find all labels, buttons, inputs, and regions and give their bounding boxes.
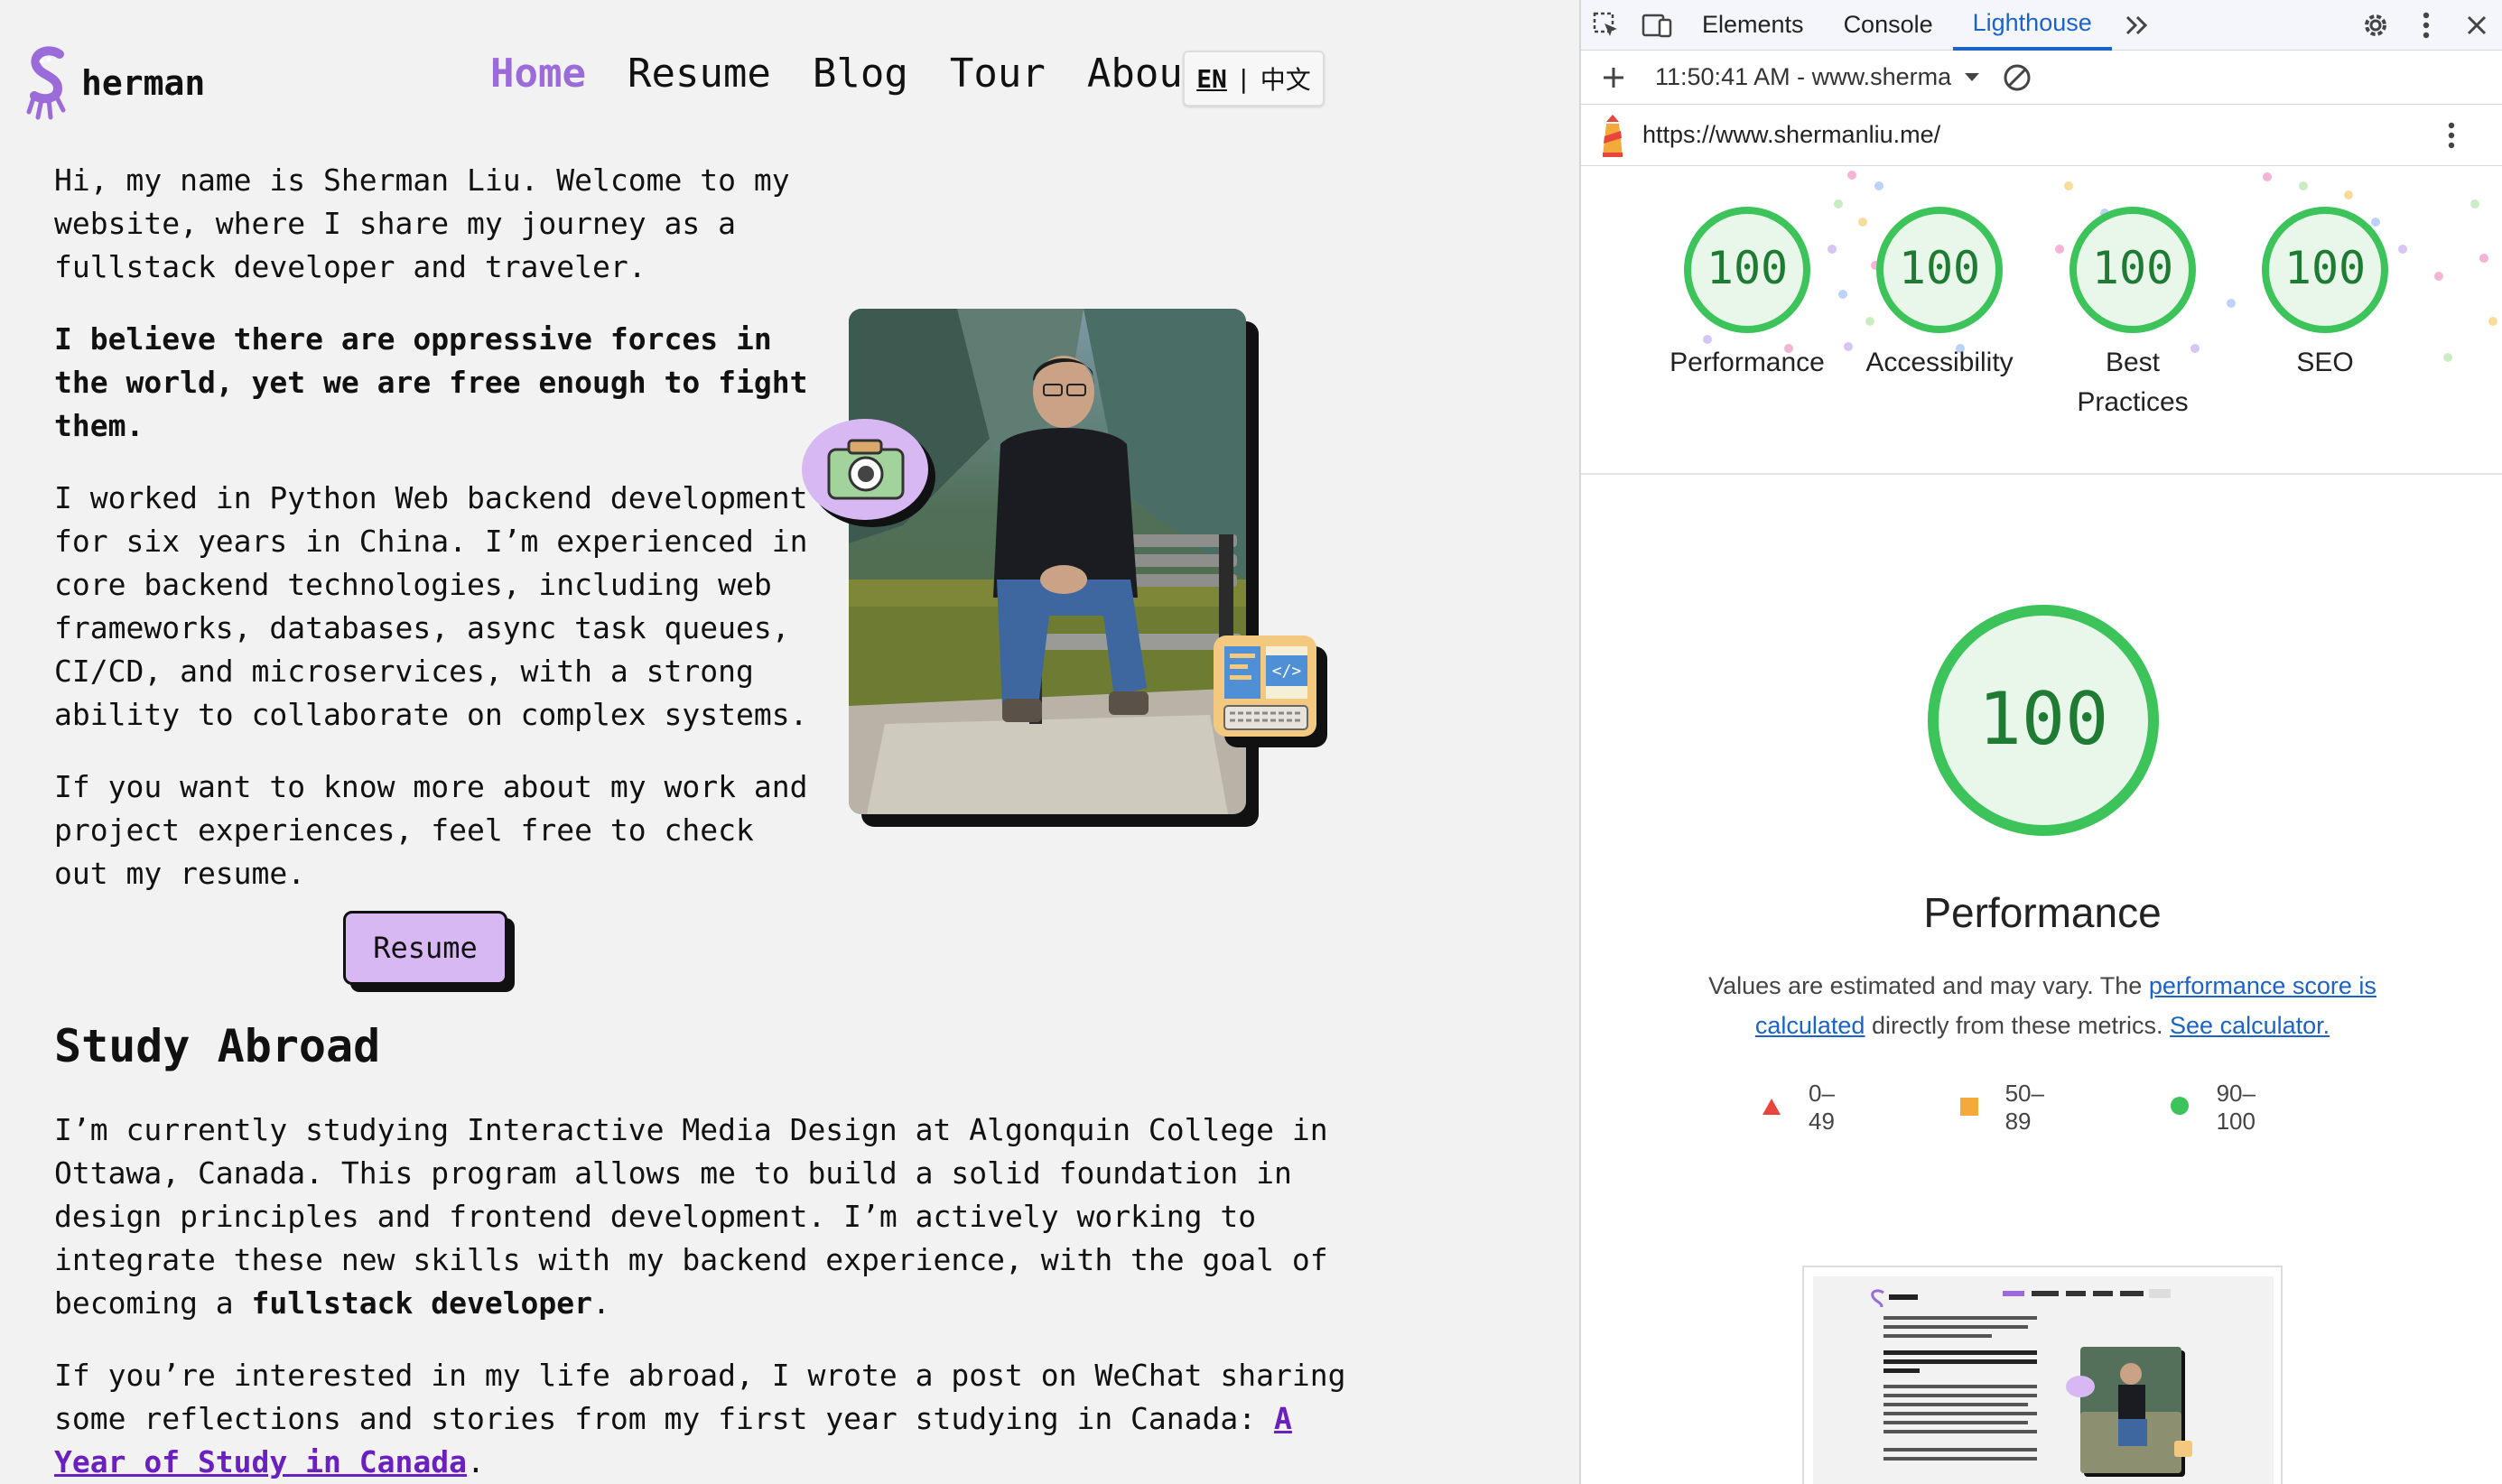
legend-fail: 0–49 — [1762, 1080, 1861, 1136]
gauge-seo[interactable]: 100 SEO — [2235, 204, 2415, 383]
page-screenshot-thumbnail[interactable] — [1802, 1266, 2283, 1484]
website-viewport: herman Home Resume Blog Tour About EN | … — [0, 0, 1579, 1484]
section-divider — [1581, 473, 2502, 475]
audited-url-bar: https://www.shermanliu.me/ — [1581, 105, 2502, 166]
clear-reports-icon[interactable] — [2002, 62, 2032, 93]
lang-separator: | — [1235, 63, 1251, 94]
score-best-practices: 100 — [2092, 242, 2173, 294]
new-report-plus-icon[interactable] — [1588, 52, 1639, 103]
gauge-performance[interactable]: 100 Performance — [1657, 204, 1837, 383]
close-devtools-icon[interactable] — [2451, 0, 2502, 51]
url-menu-icon[interactable] — [2448, 122, 2455, 149]
desc-text: Values are estimated and may vary. The — [1708, 972, 2149, 999]
score-ring-accessibility: 100 — [1876, 207, 2003, 333]
audited-url: https://www.shermanliu.me/ — [1642, 121, 1941, 148]
label-best-practices: Best Practices — [2077, 348, 2189, 417]
nav-blog[interactable]: Blog — [813, 51, 908, 97]
settings-gear-icon[interactable] — [2350, 0, 2401, 51]
resume-button[interactable]: Resume — [343, 911, 515, 992]
main-nav: Home Resume Blog Tour About — [490, 51, 1248, 97]
language-switcher[interactable]: EN | 中文 — [1183, 51, 1325, 107]
nav-home[interactable]: Home — [490, 51, 586, 97]
inspect-element-icon[interactable] — [1581, 0, 1632, 51]
study-text: I’m currently studying Interactive Media… — [54, 1112, 1328, 1321]
wechat-end: . — [466, 1444, 485, 1479]
nav-tour[interactable]: Tour — [950, 51, 1046, 97]
performance-main-gauge: 100 — [1928, 605, 2159, 836]
score-performance: 100 — [1707, 242, 1788, 294]
resume-button-label[interactable]: Resume — [343, 911, 507, 985]
lighthouse-logo-icon — [1603, 114, 1623, 157]
devtools-panel: Elements Console Lighthouse 11:50:41 AM … — [1579, 0, 2502, 1484]
main-score: 100 — [1978, 677, 2109, 761]
report-dropdown-caret-icon[interactable] — [1962, 70, 1982, 85]
desc-mid: directly from these metrics. — [1865, 1012, 2171, 1039]
camera-icon — [802, 419, 935, 527]
belief-paragraph: I believe there are oppressive forces in… — [54, 321, 808, 443]
score-seo: 100 — [2284, 242, 2366, 294]
code-editor-icon: </> — [1214, 635, 1327, 747]
score-ring-performance: 100 — [1684, 207, 1810, 333]
device-toolbar-icon[interactable] — [1632, 0, 1682, 51]
legend-pass: 90–100 — [2170, 1080, 2294, 1136]
more-tabs-chevron-icon[interactable] — [2112, 0, 2163, 51]
label-seo: SEO — [2296, 348, 2354, 377]
wechat-paragraph: If you’re interested in my life abroad, … — [54, 1354, 1354, 1484]
profile-photo-card — [849, 309, 1259, 827]
legend-average-label: 50–89 — [2004, 1080, 2044, 1135]
study-paragraph: I’m currently studying Interactive Media… — [54, 1108, 1354, 1325]
score-ring-best-practices: 100 — [2069, 207, 2196, 333]
logo-text: herman — [81, 63, 206, 103]
nav-resume[interactable]: Resume — [628, 51, 771, 97]
score-description: Values are estimated and may vary. The p… — [1671, 966, 2414, 1045]
lang-zh[interactable]: 中文 — [1260, 60, 1311, 97]
legend-average: 50–89 — [1959, 1080, 2070, 1136]
gauge-best-practices[interactable]: 100 Best Practices — [2042, 204, 2223, 422]
kebab-menu-icon[interactable] — [2401, 0, 2451, 51]
gauge-accessibility[interactable]: 100 Accessibility — [1849, 204, 2030, 383]
tab-elements[interactable]: Elements — [1682, 0, 1824, 51]
label-performance: Performance — [1670, 348, 1825, 377]
lang-en[interactable]: EN — [1196, 64, 1227, 94]
tab-lighthouse[interactable]: Lighthouse — [1952, 0, 2112, 51]
average-square-icon — [1959, 1097, 1978, 1116]
main-category-label: Performance — [1923, 889, 2162, 936]
devtools-tabbar: Elements Console Lighthouse — [1581, 0, 2502, 51]
score-accessibility: 100 — [1899, 242, 1980, 294]
svg-text:</>: </> — [1272, 662, 1302, 681]
tab-console[interactable]: Console — [1824, 0, 1953, 51]
label-accessibility: Accessibility — [1865, 348, 2014, 377]
see-calculator-link[interactable]: See calculator. — [2170, 1012, 2330, 1039]
report-selector[interactable]: 11:50:41 AM - www.sherma — [1655, 63, 1951, 91]
site-logo[interactable]: herman — [25, 45, 205, 121]
score-legend: 0–49 50–89 90–100 — [1762, 1080, 2394, 1136]
screenshot-preview-image — [1813, 1276, 2274, 1484]
study-abroad-heading: Study Abroad — [54, 1020, 381, 1072]
intro-paragraph: Hi, my name is Sherman Liu. Welcome to m… — [54, 162, 790, 284]
pass-circle-icon — [2170, 1096, 2189, 1115]
legend-fail-label: 0–49 — [1809, 1080, 1835, 1135]
legend-pass-label: 90–100 — [2216, 1080, 2256, 1135]
profile-photo — [849, 309, 1246, 814]
lighthouse-toolbar: 11:50:41 AM - www.sherma — [1581, 51, 2502, 105]
work-paragraph: I worked in Python Web backend developme… — [54, 480, 808, 732]
study-bold-text: fullstack developer — [251, 1285, 593, 1321]
resume-paragraph: If you want to know more about my work a… — [54, 769, 808, 891]
octopus-logo-icon — [26, 46, 66, 120]
score-ring-seo: 100 — [2262, 207, 2388, 333]
wechat-text: If you’re interested in my life abroad, … — [54, 1358, 1346, 1436]
fail-triangle-icon — [1763, 1098, 1781, 1115]
study-end: . — [592, 1285, 610, 1321]
